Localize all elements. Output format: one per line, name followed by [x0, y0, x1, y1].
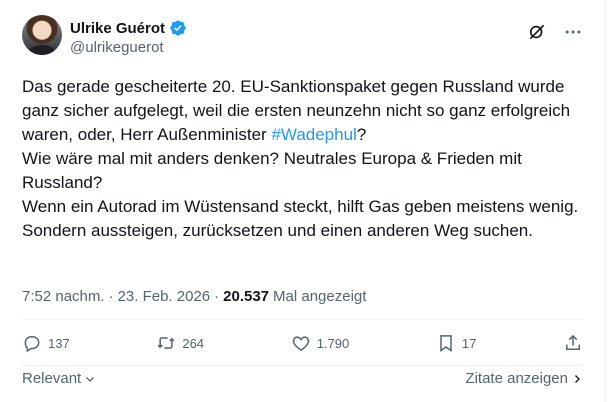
more-icon[interactable]: [563, 22, 583, 42]
repost-count: 264: [182, 335, 205, 351]
view-count: 20.537: [223, 288, 270, 305]
tweet-time[interactable]: 7:52 nachm.: [22, 288, 105, 305]
reply-count: 137: [48, 335, 70, 351]
avatar[interactable]: [22, 15, 62, 55]
action-bar: 137 264 1.790 17: [22, 333, 583, 353]
chevron-right-icon: [575, 374, 580, 383]
hashtag-link[interactable]: #Wadephul: [271, 125, 356, 144]
share-icon: [565, 334, 580, 350]
like-button[interactable]: 1.790: [291, 333, 350, 353]
sort-relevance-dropdown[interactable]: Relevant: [22, 370, 96, 387]
sort-label: Relevant: [22, 370, 82, 387]
tweet-meta: 7:52 nachm. · 23. Feb. 2026 · 20.537 Mal…: [22, 288, 366, 305]
repost-icon: [157, 337, 175, 349]
reply-controls: Relevant Zitate anzeigen: [22, 370, 583, 387]
views-label: Mal angezeigt: [273, 288, 367, 305]
divider: [22, 319, 583, 320]
share-button[interactable]: [563, 333, 583, 353]
view-quotes-link[interactable]: Zitate anzeigen: [465, 370, 583, 387]
grok-icon[interactable]: [527, 22, 547, 42]
author-name-row: Ulrike Guérot: [70, 19, 187, 37]
tweet-date[interactable]: 23. Feb. 2026: [118, 288, 211, 305]
top-actions: [527, 22, 583, 42]
verified-badge-icon[interactable]: [169, 19, 187, 37]
reply-icon: [24, 336, 40, 353]
reply-button[interactable]: 137: [22, 333, 70, 353]
tweet-text: Das gerade gescheiterte 20. EU-Sanktions…: [22, 75, 582, 243]
author-name[interactable]: Ulrike Guérot: [70, 20, 165, 37]
bookmark-icon: [440, 335, 452, 352]
bookmark-button[interactable]: 17: [436, 333, 476, 353]
bookmark-count: 17: [461, 335, 477, 351]
meta-separator: ·: [214, 288, 220, 305]
like-icon: [292, 336, 309, 351]
divider: [22, 365, 583, 366]
quotes-label: Zitate anzeigen: [465, 370, 568, 387]
repost-button[interactable]: 264: [156, 333, 204, 353]
author-handle[interactable]: @ulrikeguerot: [70, 39, 164, 56]
tweet-card: Ulrike Guérot @ulrikeguerot Das gerade g…: [0, 0, 606, 402]
like-count: 1.790: [316, 335, 350, 351]
meta-separator: ·: [108, 288, 114, 305]
chevron-down-icon: [86, 376, 95, 382]
